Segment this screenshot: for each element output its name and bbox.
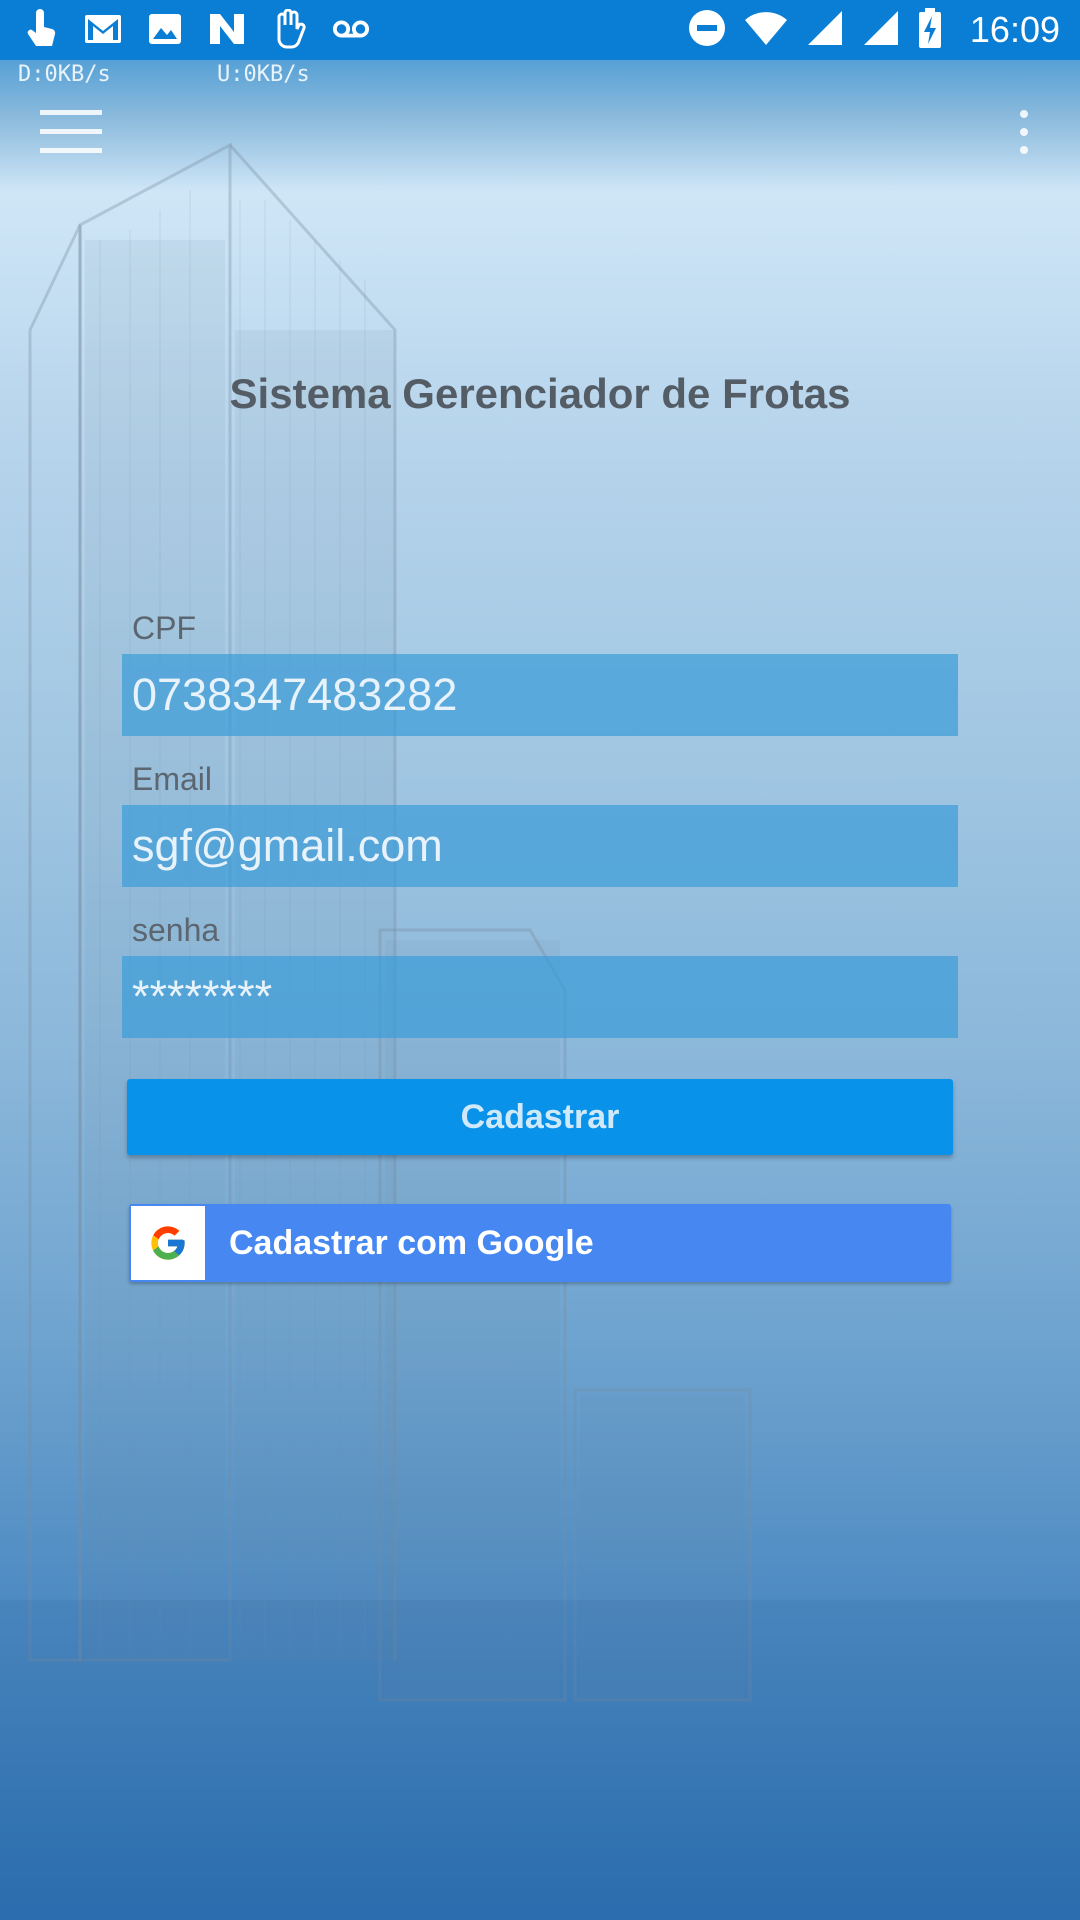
system-icons: 16:09 bbox=[688, 6, 1060, 54]
status-bar: 16:09 bbox=[0, 0, 1080, 60]
signal-icon bbox=[862, 9, 900, 51]
signal-icon bbox=[806, 9, 844, 51]
battery-charging-icon bbox=[918, 8, 942, 52]
wifi-icon bbox=[744, 10, 788, 50]
hamburger-menu-icon[interactable] bbox=[40, 108, 102, 156]
image-icon bbox=[146, 8, 184, 50]
cadastrar-google-button[interactable]: Cadastrar com Google bbox=[129, 1204, 951, 1282]
senha-field[interactable]: ******** bbox=[122, 956, 958, 1038]
email-value: sgf@gmail.com bbox=[132, 820, 443, 871]
cpf-value: 0738347483282 bbox=[132, 669, 458, 720]
more-vert-icon[interactable] bbox=[1010, 108, 1038, 156]
download-speed: D:0KB/s bbox=[18, 62, 111, 87]
google-logo-icon bbox=[131, 1206, 205, 1280]
voicemail-icon bbox=[332, 8, 370, 50]
senha-label: senha bbox=[132, 912, 220, 948]
n-app-icon bbox=[208, 8, 246, 50]
email-field[interactable]: sgf@gmail.com bbox=[122, 805, 958, 887]
email-label: Email bbox=[132, 761, 213, 797]
do-not-disturb-icon bbox=[688, 9, 726, 51]
status-clock: 16:09 bbox=[969, 9, 1060, 50]
cadastrar-google-label: Cadastrar com Google bbox=[229, 1224, 594, 1262]
upload-speed: U:0KB/s bbox=[217, 62, 310, 87]
page-title: Sistema Gerenciador de Frotas bbox=[229, 370, 851, 417]
cpf-field[interactable]: 0738347483282 bbox=[122, 654, 958, 736]
gmail-icon bbox=[84, 8, 122, 50]
notification-icons bbox=[22, 8, 370, 50]
hand-icon bbox=[270, 8, 308, 50]
cadastrar-button[interactable]: Cadastrar bbox=[127, 1079, 953, 1155]
senha-value: ******** bbox=[132, 971, 273, 1022]
touch-icon bbox=[22, 8, 60, 50]
cpf-label: CPF bbox=[132, 610, 196, 646]
